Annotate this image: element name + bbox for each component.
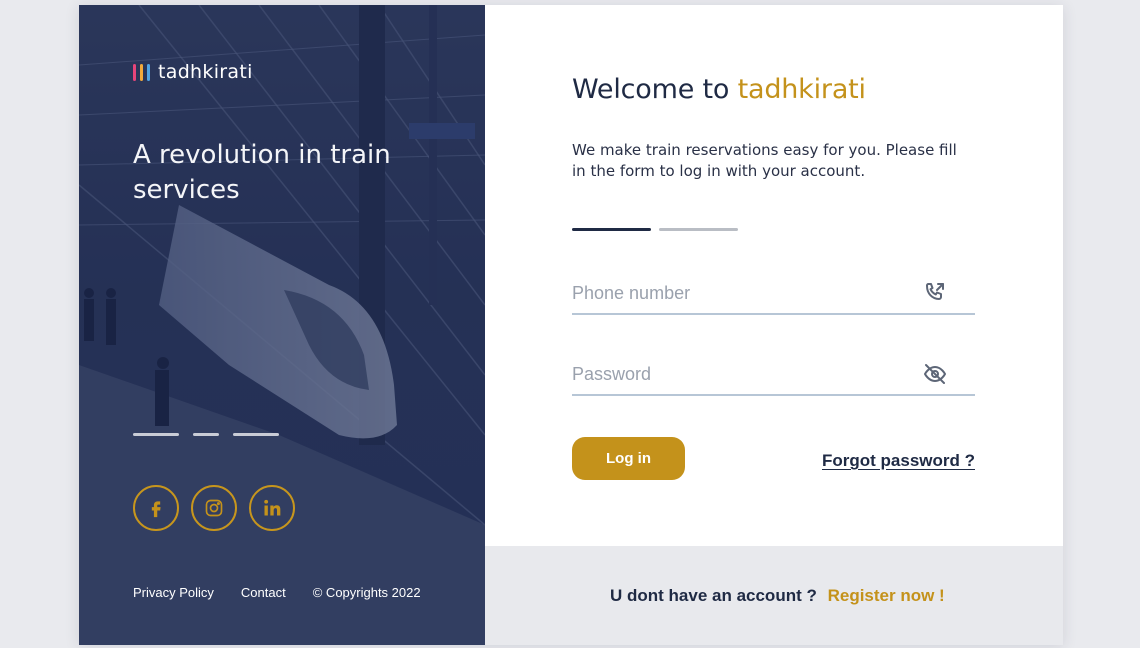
brand-logo: tadhkirati <box>133 61 253 83</box>
login-button[interactable]: Log in <box>572 437 685 480</box>
welcome-brand: tadhkirati <box>737 74 866 105</box>
facebook-icon <box>151 501 161 518</box>
instagram-icon <box>205 499 223 517</box>
step-active <box>572 228 651 231</box>
phone-input[interactable] <box>572 275 912 311</box>
register-link[interactable]: Register now ! <box>828 586 945 605</box>
eye-slash-icon[interactable] <box>923 362 947 386</box>
brand-name: tadhkirati <box>158 61 253 83</box>
carousel-dot[interactable] <box>193 433 219 436</box>
linkedin-button[interactable] <box>249 485 295 531</box>
social-links <box>133 485 295 531</box>
copyright-text: © Copyrights 2022 <box>312 585 421 600</box>
carousel-dot[interactable] <box>233 433 279 436</box>
login-form-panel: Welcome to tadhkirati We make train rese… <box>485 5 1063 645</box>
welcome-heading: Welcome to tadhkirati <box>572 74 866 105</box>
register-bar: U dont have an account ? Register now ! <box>485 546 1063 645</box>
step-inactive <box>659 228 738 231</box>
carousel-dot[interactable] <box>133 433 179 436</box>
password-input[interactable] <box>572 356 912 392</box>
phone-field <box>572 275 975 315</box>
hero-tagline: A revolution in train services <box>133 140 391 205</box>
phone-icon <box>925 283 944 300</box>
logo-bar-orange <box>140 63 143 81</box>
carousel-indicator <box>133 433 279 436</box>
password-field <box>572 356 975 396</box>
login-card: tadhkirati A revolution in train service… <box>79 5 1063 645</box>
contact-link[interactable]: Contact <box>241 585 286 600</box>
facebook-button[interactable] <box>133 485 179 531</box>
hero-panel: tadhkirati A revolution in train service… <box>79 5 485 645</box>
privacy-policy-link[interactable]: Privacy Policy <box>133 585 214 600</box>
register-prompt: U dont have an account ? Register now ! <box>610 586 945 606</box>
forgot-password-link[interactable]: Forgot password ? <box>822 451 975 471</box>
intro-description: We make train reservations easy for you.… <box>572 141 957 180</box>
no-account-text: U dont have an account ? <box>610 586 817 605</box>
welcome-prefix: Welcome to <box>572 74 730 105</box>
linkedin-icon <box>264 499 281 516</box>
hero-overlay <box>79 5 485 645</box>
form-step-indicator <box>572 228 738 231</box>
logo-mark <box>133 63 150 81</box>
footer-links: Privacy Policy Contact © Copyrights 2022 <box>133 585 421 600</box>
logo-bar-blue <box>147 63 150 81</box>
instagram-button[interactable] <box>191 485 237 531</box>
logo-bar-pink <box>133 63 136 81</box>
